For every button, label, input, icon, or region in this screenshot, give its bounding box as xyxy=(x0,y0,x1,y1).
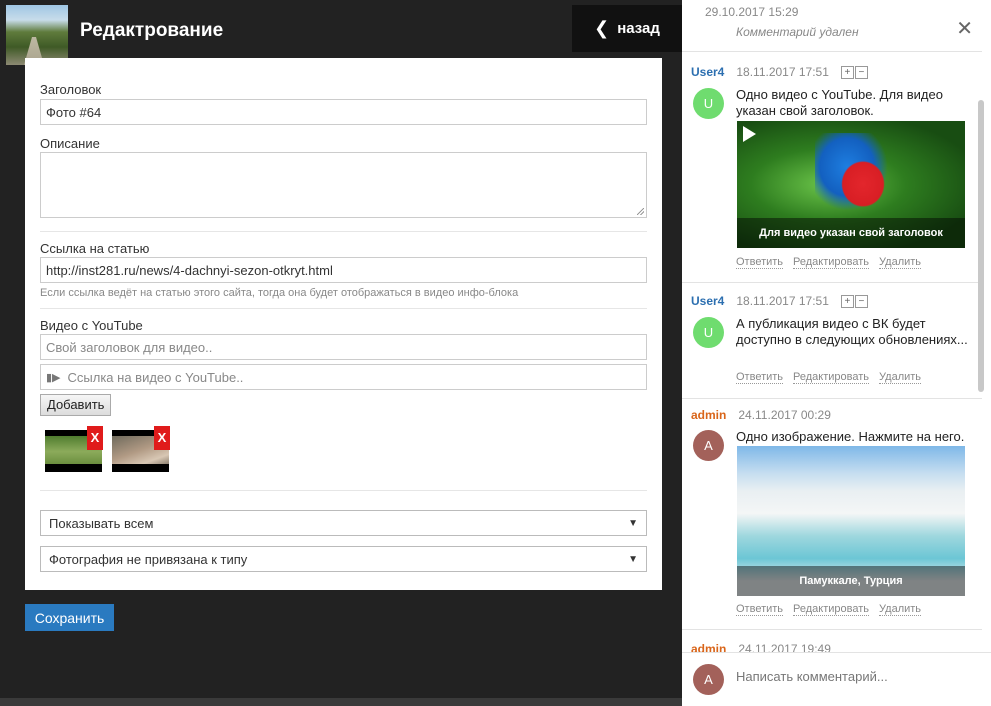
delete-link[interactable]: Удалить xyxy=(879,603,922,616)
edit-link[interactable]: Редактировать xyxy=(793,256,870,269)
comment-header: admin 24.11.2017 00:29 xyxy=(691,408,831,422)
scrollbar-thumb[interactable] xyxy=(978,100,984,392)
article-link-label: Ссылка на статью xyxy=(40,241,150,256)
edit-link[interactable]: Редактировать xyxy=(793,603,870,616)
comment-time: 29.10.2017 15:29 xyxy=(705,5,799,19)
divider xyxy=(40,490,647,491)
remove-video-button[interactable]: X xyxy=(154,426,170,450)
avatar: A xyxy=(693,430,724,461)
type-select-value: Фотография не привязана к типу xyxy=(49,551,248,567)
comment-author[interactable]: User4 xyxy=(691,65,724,79)
deleted-comment-text: Комментарий удален xyxy=(736,25,859,39)
comment-actions: Ответить Редактировать Удалить xyxy=(736,256,922,269)
comments-panel: 29.10.2017 15:29 Комментарий удален ✕ Us… xyxy=(682,0,991,706)
dropdown-arrow-icon: ▼ xyxy=(628,553,638,565)
video-preview[interactable]: Для видео указан свой заголовок xyxy=(737,121,965,248)
delete-link[interactable]: Удалить xyxy=(879,256,922,269)
comment-actions: Ответить Редактировать Удалить xyxy=(736,371,922,384)
page-title: Редактрование xyxy=(80,20,224,41)
comment-header: User4 18.11.2017 17:51 + − xyxy=(691,65,868,79)
image-preview[interactable]: Памуккале, Турция xyxy=(737,446,965,596)
comment-text: Одно изображение. Нажмите на него. xyxy=(736,429,965,444)
parrot-image xyxy=(815,133,895,218)
save-button[interactable]: Сохранить xyxy=(25,604,114,631)
comment-author[interactable]: User4 xyxy=(691,294,724,308)
edit-form: Заголовок Фото #64 Описание Ссылка на ст… xyxy=(25,58,662,590)
chevron-left-icon: ❮ xyxy=(594,18,610,38)
deleted-comment: 29.10.2017 15:29 Комментарий удален xyxy=(682,0,982,52)
divider xyxy=(40,231,647,232)
comment-text: А публикация видео с ВК будет доступно в… xyxy=(736,316,968,347)
remove-video-button[interactable]: X xyxy=(87,426,103,450)
expand-icon[interactable]: + xyxy=(840,65,854,79)
media-caption: Для видео указан свой заголовок xyxy=(737,218,965,248)
comment-input[interactable]: Написать комментарий... xyxy=(736,669,888,684)
collapse-icon[interactable]: − xyxy=(854,65,868,79)
reply-link[interactable]: Ответить xyxy=(736,603,784,616)
youtube-link-input[interactable]: ▮▶ Ссылка на видео с YouTube.. xyxy=(40,364,647,390)
expand-collapse-controls: + − xyxy=(840,65,868,79)
comment-input-bar: A Написать комментарий... xyxy=(682,652,991,706)
avatar: U xyxy=(693,88,724,119)
video-thumbnail: X xyxy=(112,426,170,472)
expand-collapse-controls: + − xyxy=(840,294,868,308)
description-textarea[interactable] xyxy=(40,152,647,218)
comment-item: admin 24.11.2017 19:49 xyxy=(682,630,982,656)
comment-item: User4 18.11.2017 17:51 + − U Одно видео с… xyxy=(682,52,982,283)
visibility-select-value: Показывать всем xyxy=(49,515,154,531)
comment-item: admin 24.11.2017 00:29 A Одно изображени… xyxy=(682,399,982,630)
type-select[interactable]: Фотография не привязана к типу ▼ xyxy=(40,546,647,572)
youtube-link-placeholder: Ссылка на видео с YouTube.. xyxy=(67,369,244,385)
film-icon: ▮▶ xyxy=(46,371,61,384)
title-input[interactable]: Фото #64 xyxy=(40,99,647,125)
comment-time: 18.11.2017 17:51 xyxy=(736,65,829,79)
reply-link[interactable]: Ответить xyxy=(736,256,784,269)
edit-link[interactable]: Редактировать xyxy=(793,371,870,384)
comment-author[interactable]: admin xyxy=(691,408,726,422)
reply-link[interactable]: Ответить xyxy=(736,371,784,384)
video-thumbnail: X xyxy=(45,426,103,472)
collapse-icon[interactable]: − xyxy=(854,294,868,308)
comment-actions: Ответить Редактировать Удалить xyxy=(736,603,922,616)
comment-time: 18.11.2017 17:51 xyxy=(736,294,829,308)
article-link-input[interactable]: http://inst281.ru/news/4-dachnyi-sezon-o… xyxy=(40,257,647,283)
media-caption: Памуккале, Турция xyxy=(737,566,965,596)
article-link-hint: Если ссылка ведёт на статью этого сайта,… xyxy=(40,287,519,299)
comment-item: User4 18.11.2017 17:51 + − U А публикация… xyxy=(682,283,982,399)
delete-link[interactable]: Удалить xyxy=(879,371,922,384)
title-label: Заголовок xyxy=(40,82,102,97)
back-label: назад xyxy=(617,20,660,37)
add-video-button[interactable]: Добавить xyxy=(40,394,112,416)
comment-text: Одно видео с YouTube. Для видео указан с… xyxy=(736,87,943,118)
avatar: U xyxy=(693,317,724,348)
back-button[interactable]: ❮ назад xyxy=(572,5,682,52)
comment-header: User4 18.11.2017 17:51 + − xyxy=(691,294,868,308)
photo-thumbnail xyxy=(6,5,68,65)
visibility-select[interactable]: Показывать всем ▼ xyxy=(40,510,647,536)
close-icon[interactable]: ✕ xyxy=(956,16,973,41)
avatar: A xyxy=(693,664,724,695)
dropdown-arrow-icon: ▼ xyxy=(628,517,638,529)
divider xyxy=(40,308,647,309)
youtube-label: Видео с YouTube xyxy=(40,318,143,333)
video-thumbnails: X X xyxy=(45,426,647,472)
youtube-title-input[interactable]: Свой заголовок для видео.. xyxy=(40,334,647,360)
play-icon xyxy=(743,126,756,142)
description-label: Описание xyxy=(40,136,100,151)
expand-icon[interactable]: + xyxy=(840,294,854,308)
comment-time: 24.11.2017 00:29 xyxy=(738,408,831,422)
